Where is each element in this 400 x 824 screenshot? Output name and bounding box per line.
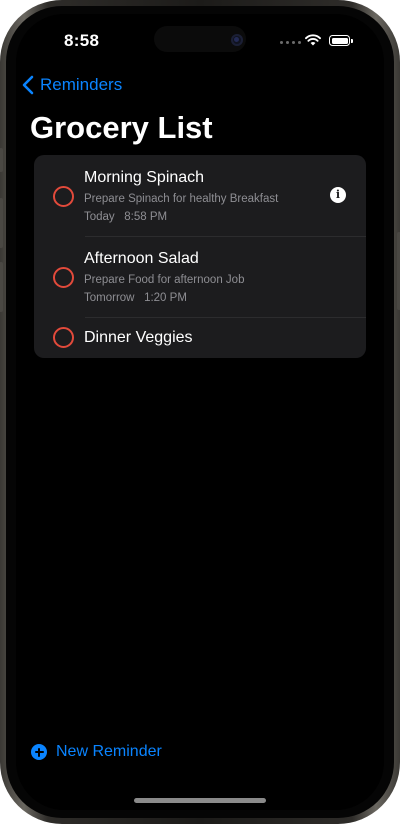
completion-checkbox[interactable] xyxy=(53,186,74,207)
reminder-content: Dinner Veggies xyxy=(84,328,366,348)
phone-frame: 8:58 Reminders Grocery List Morning Spin… xyxy=(0,0,400,824)
volume-up-button xyxy=(0,198,3,248)
cellular-signal-icon xyxy=(280,41,301,44)
reminder-title[interactable]: Morning Spinach xyxy=(84,168,366,188)
page-title: Grocery List xyxy=(30,110,213,145)
reminder-title[interactable]: Afternoon Salad xyxy=(84,249,366,269)
reminder-content: Morning Spinach Prepare Spinach for heal… xyxy=(84,168,366,224)
reminder-item[interactable]: Afternoon Salad Prepare Food for afterno… xyxy=(34,236,366,317)
screen: 8:58 Reminders Grocery List Morning Spin… xyxy=(16,14,384,810)
reminder-due-date: Today 8:58 PM xyxy=(84,211,168,223)
back-button[interactable]: Reminders xyxy=(22,73,122,97)
reminders-list: Morning Spinach Prepare Spinach for heal… xyxy=(34,155,366,358)
chevron-left-icon xyxy=(22,75,34,95)
home-indicator[interactable] xyxy=(134,798,266,803)
volume-down-button xyxy=(0,262,3,312)
new-reminder-label: New Reminder xyxy=(56,743,162,760)
reminder-item[interactable]: Morning Spinach Prepare Spinach for heal… xyxy=(34,155,366,236)
completion-checkbox[interactable] xyxy=(53,267,74,288)
status-time: 8:58 xyxy=(64,31,100,50)
reminder-due-date: Tomorrow 1:20 PM xyxy=(84,292,187,304)
battery-icon xyxy=(329,35,353,46)
reminder-content: Afternoon Salad Prepare Food for afterno… xyxy=(84,249,366,305)
wifi-icon xyxy=(305,34,321,46)
camera-icon xyxy=(231,34,243,46)
reminder-title[interactable]: Dinner Veggies xyxy=(84,328,366,348)
reminder-notes: Prepare Food for afternoon Job xyxy=(84,274,245,286)
reminder-notes: Prepare Spinach for healthy Breakfast xyxy=(84,193,279,205)
info-icon[interactable]: i xyxy=(330,187,346,203)
plus-circle-icon xyxy=(31,744,47,760)
new-reminder-button[interactable]: New Reminder xyxy=(31,743,162,761)
action-button xyxy=(0,148,3,172)
back-button-label: Reminders xyxy=(40,75,123,94)
completion-checkbox[interactable] xyxy=(53,327,74,348)
reminder-item[interactable]: Dinner Veggies xyxy=(34,317,366,358)
